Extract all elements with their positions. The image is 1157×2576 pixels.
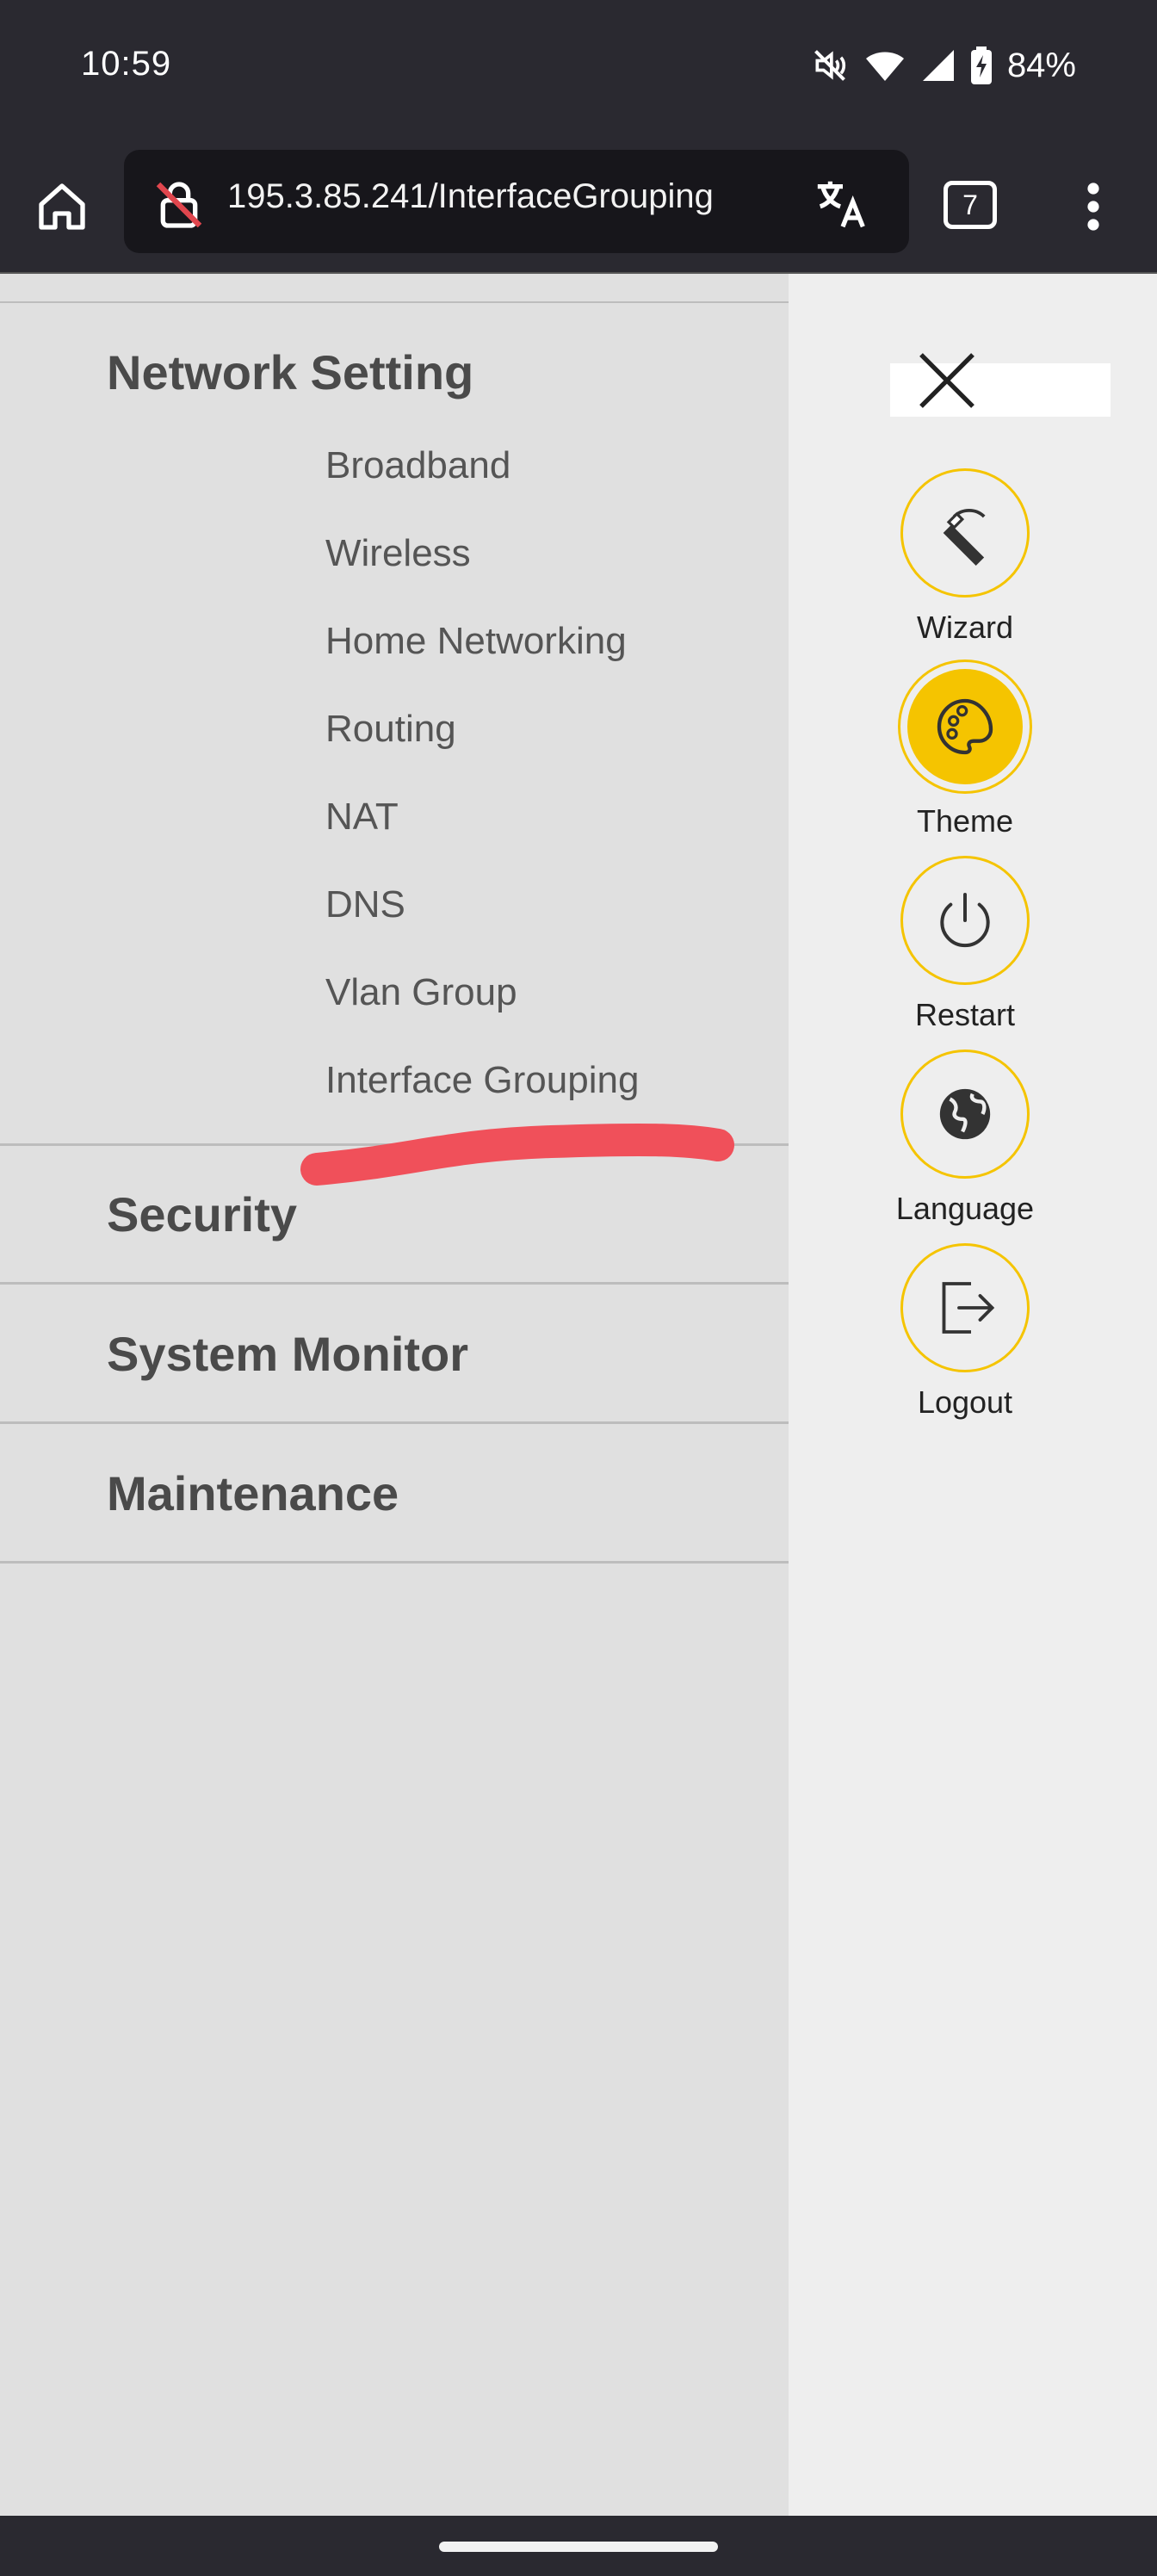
status-bar: 10:59 84%	[0, 0, 1157, 138]
wizard-button[interactable]: Wizard	[883, 468, 1047, 646]
battery-percent: 84%	[1006, 46, 1076, 84]
theme-button[interactable]: Theme	[883, 662, 1047, 839]
wizard-circle[interactable]	[900, 468, 1030, 598]
section-divider	[0, 1282, 789, 1285]
logout-button[interactable]: Logout	[883, 1243, 1047, 1421]
menu-item-interface-grouping[interactable]: Interface Grouping	[325, 1059, 639, 1102]
status-time: 10:59	[81, 45, 172, 83]
mute-vibrate-icon	[814, 50, 846, 81]
globe-icon	[939, 1088, 991, 1140]
insecure-lock-icon[interactable]	[152, 177, 207, 232]
palette-icon	[937, 698, 993, 755]
system-nav-bar	[0, 2516, 1157, 2576]
home-button[interactable]	[31, 176, 93, 238]
language-circle[interactable]	[900, 1050, 1030, 1179]
annotation-underline	[300, 1123, 734, 1186]
more-vert-icon[interactable]	[1071, 176, 1116, 238]
status-icons: 84%	[811, 41, 1076, 90]
cell-signal-icon	[922, 50, 954, 81]
section-divider	[0, 1421, 789, 1424]
home-icon	[39, 183, 85, 230]
menu-item-routing[interactable]: Routing	[325, 708, 456, 751]
logout-label[interactable]: Logout	[883, 1384, 1047, 1421]
restart-label[interactable]: Restart	[883, 997, 1047, 1033]
logout-circle[interactable]	[900, 1243, 1030, 1372]
section-maintenance[interactable]: Maintenance	[107, 1465, 399, 1521]
url-text[interactable]: 195.3.85.241/InterfaceGrouping	[227, 177, 907, 229]
restart-circle[interactable]	[900, 856, 1030, 985]
wifi-icon	[865, 52, 904, 81]
menu-item-dns[interactable]: DNS	[325, 883, 405, 926]
theme-circle[interactable]	[900, 662, 1030, 791]
navigation-menu: Network Setting Broadband Wireless Home …	[0, 274, 789, 2516]
address-bar[interactable]: 195.3.85.241/InterfaceGrouping	[124, 150, 909, 253]
language-label[interactable]: Language	[883, 1191, 1047, 1227]
language-button[interactable]: Language	[883, 1050, 1047, 1227]
section-system-monitor[interactable]: System Monitor	[107, 1326, 468, 1382]
logout-icon	[942, 1282, 995, 1334]
browser-toolbar: 195.3.85.241/InterfaceGrouping 7	[0, 138, 1157, 274]
section-network-setting[interactable]: Network Setting	[107, 344, 473, 400]
battery-charging-icon	[970, 46, 992, 84]
section-security[interactable]: Security	[107, 1186, 297, 1242]
section-divider	[0, 1561, 789, 1564]
close-icon[interactable]	[913, 346, 981, 415]
wand-icon	[943, 508, 986, 566]
menu-item-nat[interactable]: NAT	[325, 796, 399, 839]
menu-item-home-networking[interactable]: Home Networking	[325, 620, 627, 663]
menu-top-divider	[0, 301, 789, 303]
quick-actions-rail: Wizard Theme Restart Language Logout	[789, 274, 1157, 2516]
restart-button[interactable]: Restart	[883, 856, 1047, 1033]
gesture-handle[interactable]	[439, 2542, 718, 2552]
power-icon	[940, 893, 990, 948]
menu-item-wireless[interactable]: Wireless	[325, 532, 471, 575]
theme-label[interactable]: Theme	[883, 803, 1047, 839]
translate-icon[interactable]	[813, 174, 873, 234]
menu-item-vlan-group[interactable]: Vlan Group	[325, 971, 517, 1014]
tab-switcher-button[interactable]: 7	[944, 181, 997, 229]
wizard-label[interactable]: Wizard	[883, 610, 1047, 646]
menu-item-broadband[interactable]: Broadband	[325, 444, 510, 487]
